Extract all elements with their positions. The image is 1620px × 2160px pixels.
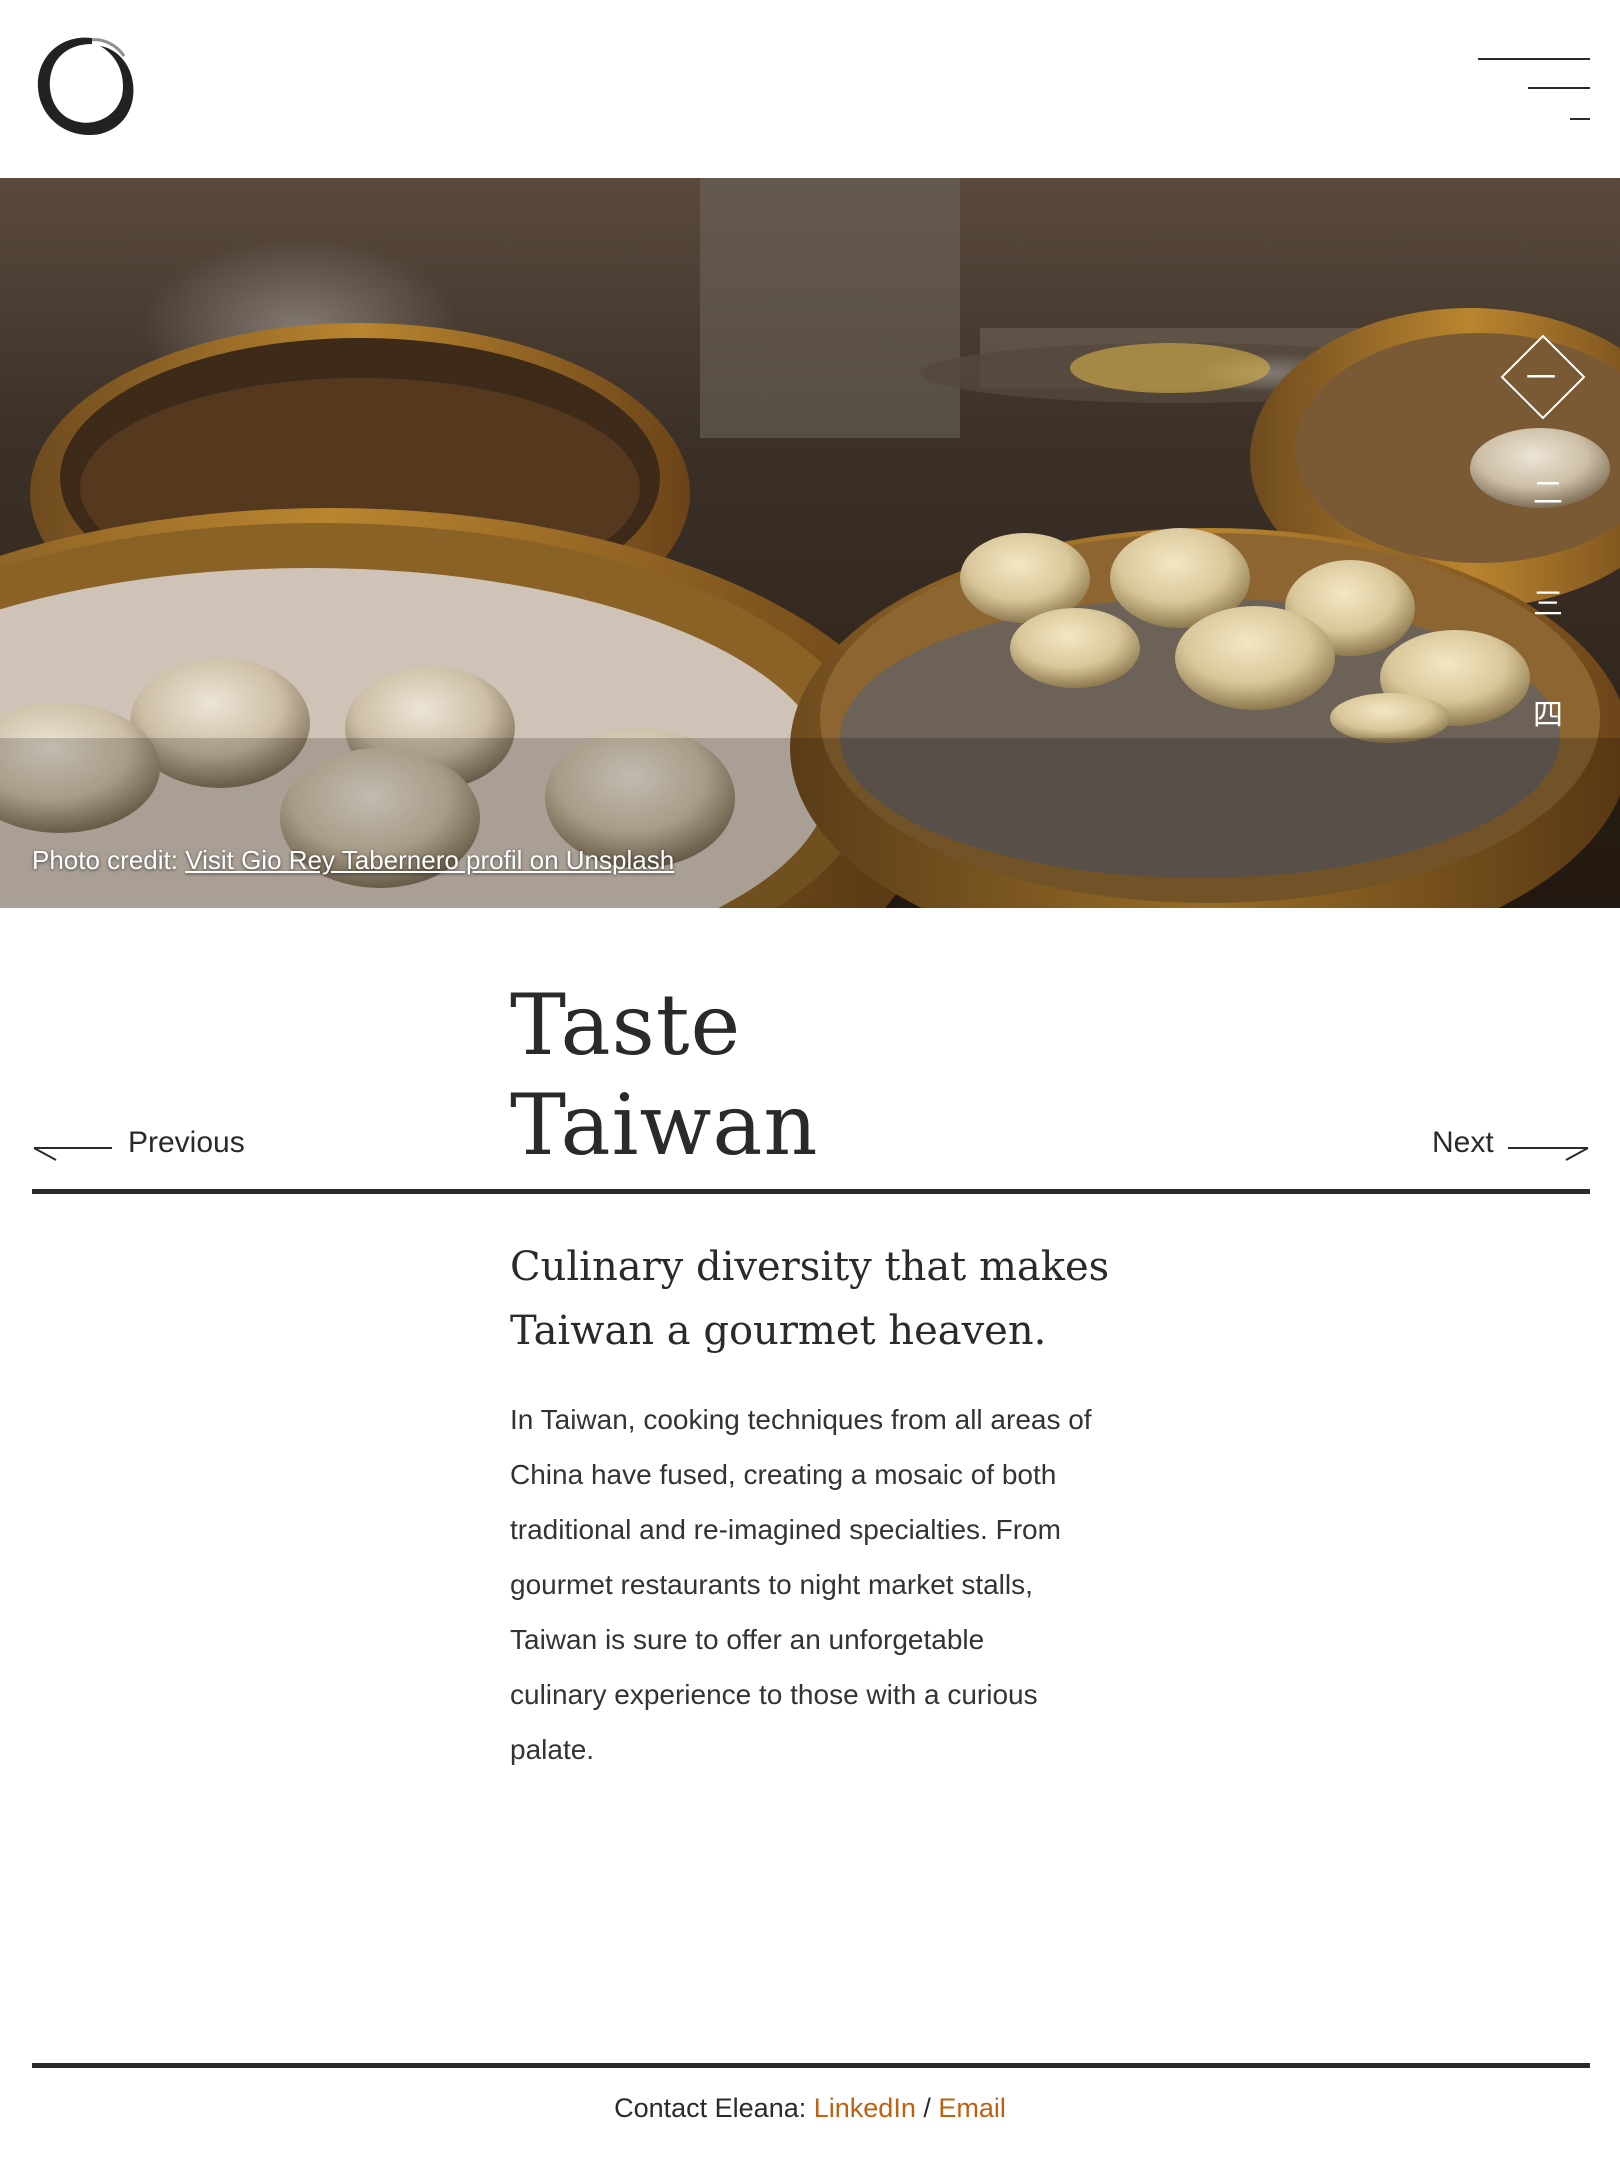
page-title-line-1: Taste	[510, 976, 742, 1074]
body-line: Taiwan is sure to offer an unforgetable	[510, 1624, 985, 1655]
side-nav-item-1[interactable]: 一	[1500, 334, 1586, 420]
menu-line-icon	[1570, 118, 1590, 120]
next-link[interactable]: Next	[1420, 1126, 1590, 1166]
dumplings-photo	[0, 178, 1620, 908]
arrow-left-icon	[33, 1147, 112, 1161]
footer-contact-label: Contact Eleana:	[614, 2093, 814, 2123]
side-nav-label: 三	[1533, 587, 1563, 622]
footer-divider	[32, 2063, 1590, 2068]
menu-button[interactable]	[1475, 55, 1590, 125]
side-nav-label: 一	[1526, 361, 1556, 396]
photo-credit-prefix: Photo credit:	[32, 845, 186, 875]
body-line: China have fused, creating a mosaic of b…	[510, 1459, 1057, 1490]
photo-credit-link[interactable]: Visit Gio Rey Tabernero profil on Unspla…	[185, 845, 674, 875]
page-title: Taste Taiwan	[510, 975, 819, 1175]
hero-image: Photo credit: Visit Gio Rey Tabernero pr…	[0, 178, 1620, 908]
title-divider	[32, 1189, 1590, 1194]
enso-logo-icon[interactable]	[30, 30, 140, 145]
body-line: culinary experience to those with a curi…	[510, 1679, 1038, 1710]
subtitle-line-1: Culinary diversity that makes	[510, 1244, 1110, 1290]
article-subtitle: Culinary diversity that makes Taiwan a g…	[510, 1235, 1130, 1363]
menu-line-icon	[1478, 58, 1590, 60]
side-nav-item-4[interactable]: 四	[1520, 690, 1576, 734]
body-line: In Taiwan, cooking techniques from all a…	[510, 1404, 1092, 1435]
body-line: traditional and re-imagined specialties.…	[510, 1514, 1061, 1545]
site-footer: Contact Eleana: LinkedIn / Email	[0, 2093, 1620, 2124]
body-line: gourmet restaurants to night market stal…	[510, 1569, 1033, 1600]
page-title-line-2: Taiwan	[510, 1076, 819, 1174]
subtitle-line-2: Taiwan a gourmet heaven.	[510, 1308, 1047, 1354]
body-line: palate.	[510, 1734, 595, 1765]
linkedin-link[interactable]: LinkedIn	[814, 2093, 916, 2123]
previous-link[interactable]: Previous	[32, 1126, 292, 1166]
menu-line-icon	[1528, 87, 1590, 89]
next-label: Next	[1432, 1126, 1494, 1159]
side-nav-label: 四	[1533, 698, 1563, 733]
side-nav-item-3[interactable]: 三	[1520, 579, 1576, 623]
email-link[interactable]: Email	[938, 2093, 1006, 2123]
site-header	[0, 0, 1620, 178]
previous-label: Previous	[128, 1126, 245, 1159]
footer-separator: /	[915, 2093, 939, 2123]
photo-credit: Photo credit: Visit Gio Rey Tabernero pr…	[32, 845, 674, 876]
arrow-right-icon	[1508, 1147, 1589, 1161]
side-nav-item-2[interactable]: 二	[1520, 468, 1576, 512]
article-body: In Taiwan, cooking techniques from all a…	[510, 1392, 1130, 1777]
side-nav-label: 二	[1533, 476, 1563, 511]
